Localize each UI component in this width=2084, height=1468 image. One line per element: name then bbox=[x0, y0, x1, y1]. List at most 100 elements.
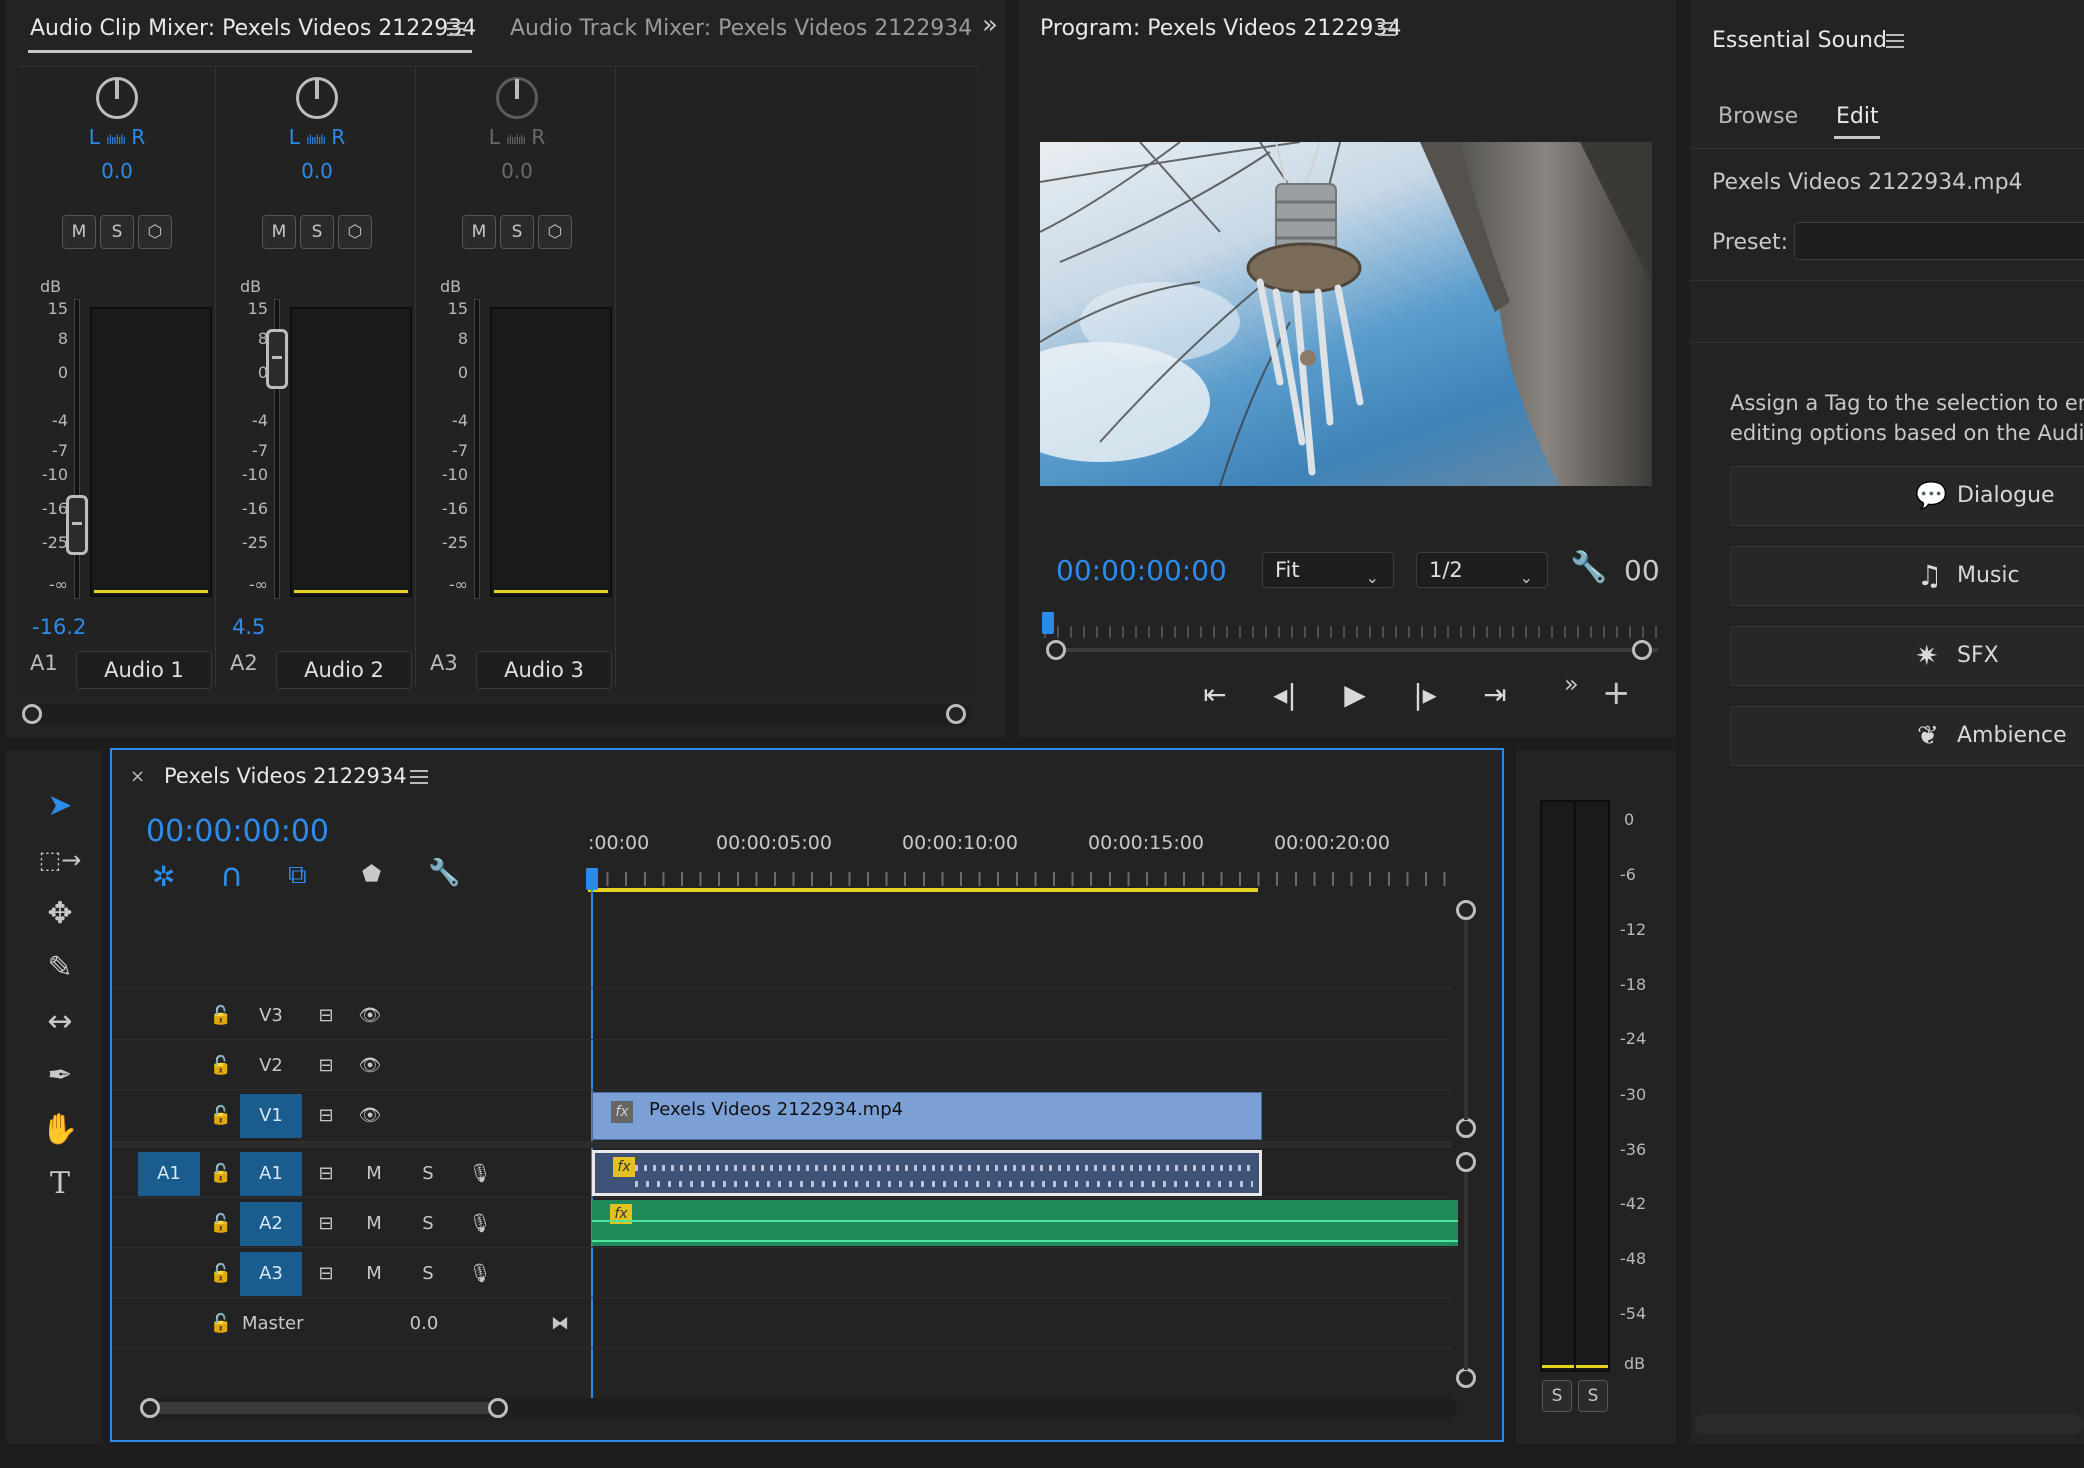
tab-audio-track-mixer[interactable]: Audio Track Mixer: Pexels Videos 2122934 bbox=[510, 16, 972, 41]
nest-icon[interactable]: ✲ bbox=[152, 860, 175, 893]
solo-button[interactable]: S bbox=[100, 215, 134, 249]
wrench-icon[interactable]: 🔧 bbox=[428, 858, 460, 888]
hand-tool-icon[interactable]: ✋ bbox=[34, 1106, 86, 1154]
microphone-icon[interactable]: 🎙 bbox=[464, 1152, 496, 1196]
mute-button[interactable]: M bbox=[262, 215, 296, 249]
sync-lock-icon[interactable]: ⊟ bbox=[308, 994, 344, 1038]
essential-scrollbar[interactable] bbox=[1694, 1414, 2084, 1434]
menu-icon[interactable] bbox=[1886, 34, 1904, 48]
mute-button[interactable]: M bbox=[358, 1152, 390, 1196]
vertical-scroll-handle[interactable] bbox=[1456, 900, 1476, 920]
vertical-scroll-handle[interactable] bbox=[1456, 1152, 1476, 1172]
pan-value[interactable]: 0.0 bbox=[18, 159, 216, 183]
zoom-handle-right[interactable] bbox=[1632, 640, 1652, 660]
add-button-icon[interactable]: + bbox=[1602, 676, 1631, 710]
step-forward-icon[interactable]: |▸ bbox=[1400, 678, 1450, 711]
eye-icon[interactable]: 👁 bbox=[352, 994, 388, 1038]
lock-icon[interactable]: 🔓 bbox=[206, 994, 236, 1038]
step-back-icon[interactable]: ◂| bbox=[1260, 678, 1310, 711]
meter-solo-right-button[interactable]: S bbox=[1578, 1380, 1608, 1412]
timeline-timecode[interactable]: 00:00:00:00 bbox=[146, 814, 329, 849]
lock-icon[interactable]: 🔓 bbox=[206, 1252, 236, 1296]
track-target-a2[interactable]: A2 bbox=[240, 1202, 302, 1246]
type-tool-icon[interactable]: T bbox=[34, 1160, 86, 1208]
audio-clip-a2[interactable]: fx bbox=[592, 1200, 1458, 1246]
menu-icon[interactable] bbox=[447, 22, 465, 36]
selection-tool-icon[interactable]: ➤ bbox=[34, 782, 86, 830]
track-target-v1[interactable]: V1 bbox=[240, 1094, 302, 1138]
solo-button[interactable]: S bbox=[500, 215, 534, 249]
zoom-handle-left[interactable] bbox=[1046, 640, 1066, 660]
snap-magnet-icon[interactable]: ∩ bbox=[220, 856, 243, 894]
track-target-a1[interactable]: A1 bbox=[240, 1152, 302, 1196]
volume-fader-handle[interactable] bbox=[266, 329, 288, 389]
close-icon[interactable]: × bbox=[130, 766, 145, 787]
zoom-scrollbar[interactable] bbox=[1054, 648, 1658, 652]
microphone-icon[interactable]: 🎙 bbox=[464, 1252, 496, 1296]
track-target-a3[interactable]: A3 bbox=[240, 1252, 302, 1296]
volume-fader-track[interactable] bbox=[474, 299, 480, 599]
pen-tool-icon[interactable]: ✒ bbox=[34, 1052, 86, 1100]
playhead-marker[interactable] bbox=[1042, 612, 1054, 634]
scroll-handle-left[interactable] bbox=[22, 704, 42, 724]
horizontal-scroll-handle-right[interactable] bbox=[488, 1398, 508, 1418]
meter-solo-left-button[interactable]: S bbox=[1542, 1380, 1572, 1412]
vertical-scroll-handle[interactable] bbox=[1456, 1368, 1476, 1388]
track-target-v3[interactable]: V3 bbox=[240, 994, 302, 1038]
keyframe-button[interactable]: ⬡ bbox=[338, 215, 372, 249]
track-target-v2[interactable]: V2 bbox=[240, 1044, 302, 1088]
resolution-dropdown[interactable]: 1/2 ⌄ bbox=[1416, 552, 1548, 588]
source-patch-a1[interactable]: A1 bbox=[138, 1152, 200, 1196]
volume-value[interactable]: 4.5 bbox=[232, 615, 265, 639]
microphone-icon[interactable]: 🎙 bbox=[464, 1202, 496, 1246]
slip-tool-icon[interactable]: ↔ bbox=[34, 998, 86, 1046]
horizontal-scroll-thumb[interactable] bbox=[148, 1402, 498, 1414]
horizontal-scroll-handle-left[interactable] bbox=[140, 1398, 160, 1418]
dialogue-tag-button[interactable]: 💬 Dialogue bbox=[1730, 466, 2084, 526]
fit-dropdown[interactable]: Fit ⌄ bbox=[1262, 552, 1394, 588]
mute-button[interactable]: M bbox=[62, 215, 96, 249]
volume-fader-handle[interactable] bbox=[66, 495, 88, 555]
razor-tool-icon[interactable]: ✎ bbox=[34, 944, 86, 992]
menu-icon[interactable] bbox=[1378, 22, 1396, 36]
work-area-bar[interactable] bbox=[588, 888, 1258, 892]
sync-lock-icon[interactable]: ⊟ bbox=[308, 1252, 344, 1296]
lock-icon[interactable]: 🔓 bbox=[206, 1302, 236, 1346]
solo-button[interactable]: S bbox=[412, 1152, 444, 1196]
linked-selection-icon[interactable]: ⧉ bbox=[288, 860, 307, 891]
play-icon[interactable]: ▶ bbox=[1330, 678, 1380, 711]
audio-clip-a1[interactable]: fx bbox=[592, 1150, 1262, 1196]
go-to-in-icon[interactable]: ⇤ bbox=[1190, 678, 1240, 711]
tab-browse[interactable]: Browse bbox=[1718, 104, 1798, 129]
timeline-playhead[interactable] bbox=[586, 868, 598, 890]
add-marker-icon[interactable]: ⬟ bbox=[362, 862, 381, 887]
more-controls-icon[interactable]: » bbox=[1564, 670, 1579, 698]
keyframe-button[interactable]: ⬡ bbox=[138, 215, 172, 249]
more-tabs-icon[interactable]: » bbox=[982, 10, 998, 40]
music-tag-button[interactable]: ♫ Music bbox=[1730, 546, 2084, 606]
lock-icon[interactable]: 🔓 bbox=[206, 1202, 236, 1246]
sync-lock-icon[interactable]: ⊟ bbox=[308, 1094, 344, 1138]
pan-value[interactable]: 0.0 bbox=[418, 159, 616, 183]
lock-icon[interactable]: 🔓 bbox=[206, 1044, 236, 1088]
mute-button[interactable]: M bbox=[358, 1202, 390, 1246]
menu-icon[interactable] bbox=[410, 770, 428, 784]
mute-button[interactable]: M bbox=[358, 1252, 390, 1296]
pan-knob[interactable] bbox=[496, 77, 538, 119]
time-ruler[interactable]: :00:00 00:00:05:00 00:00:10:00 00:00:15:… bbox=[588, 832, 1568, 892]
track-select-tool-icon[interactable]: ⬚→ bbox=[34, 836, 86, 884]
tab-edit[interactable]: Edit bbox=[1836, 104, 1879, 129]
pan-knob[interactable] bbox=[96, 77, 138, 119]
vertical-scrollbar[interactable] bbox=[1464, 1172, 1468, 1370]
vertical-scrollbar[interactable] bbox=[1464, 920, 1468, 1120]
mute-button[interactable]: M bbox=[462, 215, 496, 249]
volume-value[interactable]: -16.2 bbox=[32, 615, 86, 639]
scrub-ruler[interactable] bbox=[1044, 626, 1668, 638]
master-options-icon[interactable]: ⧓ bbox=[542, 1302, 578, 1346]
eye-icon[interactable]: 👁 bbox=[352, 1044, 388, 1088]
program-timecode[interactable]: 00:00:00:00 bbox=[1056, 554, 1227, 587]
sync-lock-icon[interactable]: ⊟ bbox=[308, 1044, 344, 1088]
video-clip[interactable]: fx Pexels Videos 2122934.mp4 bbox=[592, 1092, 1262, 1140]
pan-value[interactable]: 0.0 bbox=[218, 159, 416, 183]
master-volume-value[interactable]: 0.0 bbox=[394, 1302, 454, 1346]
